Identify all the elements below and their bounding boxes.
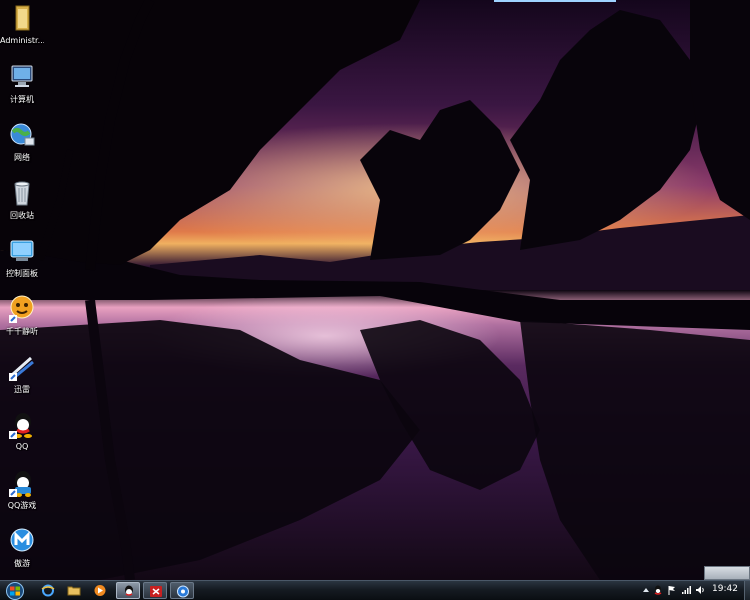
wallpaper-image bbox=[0, 0, 750, 580]
desktop-icon-label: 回收站 bbox=[10, 211, 34, 220]
thunder-icon bbox=[9, 356, 34, 381]
desktop[interactable]: Administr... 计算机 网络 回收站 控制面板 千千静听 迅雷 QQ … bbox=[0, 0, 750, 580]
desktop-icon-label: QQ bbox=[15, 442, 29, 451]
action-center-flag-icon[interactable] bbox=[667, 585, 677, 595]
desktop-icon-network[interactable]: 网络 bbox=[0, 120, 44, 163]
computer-icon bbox=[11, 65, 33, 87]
ttplayer-icon bbox=[9, 295, 34, 323]
maxthon-icon bbox=[10, 528, 34, 552]
taskbar-app-blue[interactable] bbox=[170, 582, 194, 599]
red-app-icon bbox=[150, 586, 162, 597]
folder-icon bbox=[15, 5, 30, 31]
taskbar-pinned-media-player[interactable] bbox=[88, 582, 112, 599]
desktop-icon-maxthon[interactable]: 傲游 bbox=[0, 526, 44, 569]
blue-app-icon bbox=[177, 585, 189, 598]
control-panel-icon bbox=[10, 240, 34, 261]
qq-icon bbox=[125, 585, 133, 596]
recycle-bin-icon bbox=[14, 181, 30, 206]
desktop-icon-qq[interactable]: QQ bbox=[0, 410, 44, 451]
taskbar-clock[interactable]: 19:42 bbox=[712, 584, 738, 594]
media-player-icon bbox=[94, 585, 106, 596]
folder-icon bbox=[67, 586, 81, 596]
taskbar: 19:42 bbox=[0, 580, 750, 600]
qq-icon bbox=[9, 413, 32, 439]
desktop-icon-ttplayer[interactable]: 千千静听 bbox=[0, 294, 44, 337]
desktop-icon-label: Administr... bbox=[0, 36, 44, 45]
desktop-icon-label: 千千静听 bbox=[6, 327, 38, 336]
desktop-icon-label: 网络 bbox=[14, 153, 30, 162]
qq-game-icon bbox=[9, 471, 31, 497]
show-hidden-icons-arrow-icon[interactable] bbox=[642, 585, 650, 595]
desktop-icon-label: QQ游戏 bbox=[7, 501, 37, 510]
ie-icon bbox=[41, 584, 55, 597]
taskbar-app-red[interactable] bbox=[143, 582, 167, 599]
volume-icon[interactable] bbox=[695, 585, 705, 595]
taskbar-pinned-explorer[interactable] bbox=[62, 582, 86, 599]
desktop-icon-thunder[interactable]: 迅雷 bbox=[0, 352, 44, 395]
taskbar-app-qq[interactable] bbox=[116, 582, 140, 599]
desktop-icon-computer[interactable]: 计算机 bbox=[0, 62, 44, 105]
desktop-icon-label: 控制面板 bbox=[6, 269, 38, 278]
desktop-icon-label: 计算机 bbox=[10, 95, 34, 104]
desktop-icon-recycle-bin[interactable]: 回收站 bbox=[0, 178, 44, 221]
desktop-icon-qq-game[interactable]: QQ游戏 bbox=[0, 468, 44, 511]
desktop-icon-administrator[interactable]: Administr... bbox=[0, 4, 44, 45]
taskbar-pinned-internet-explorer[interactable] bbox=[36, 582, 60, 599]
notification-popup-edge[interactable] bbox=[704, 566, 750, 580]
network-signal-icon[interactable] bbox=[681, 585, 691, 595]
network-icon bbox=[10, 123, 35, 146]
show-desktop-button[interactable] bbox=[744, 581, 750, 600]
desktop-icon-label: 傲游 bbox=[14, 559, 30, 568]
desktop-icon-label: 迅雷 bbox=[14, 385, 30, 394]
qq-tray-icon[interactable] bbox=[653, 585, 663, 595]
windows-start-icon[interactable] bbox=[4, 582, 26, 600]
top-window-edge bbox=[494, 0, 616, 2]
desktop-icon-control-panel[interactable]: 控制面板 bbox=[0, 236, 44, 279]
